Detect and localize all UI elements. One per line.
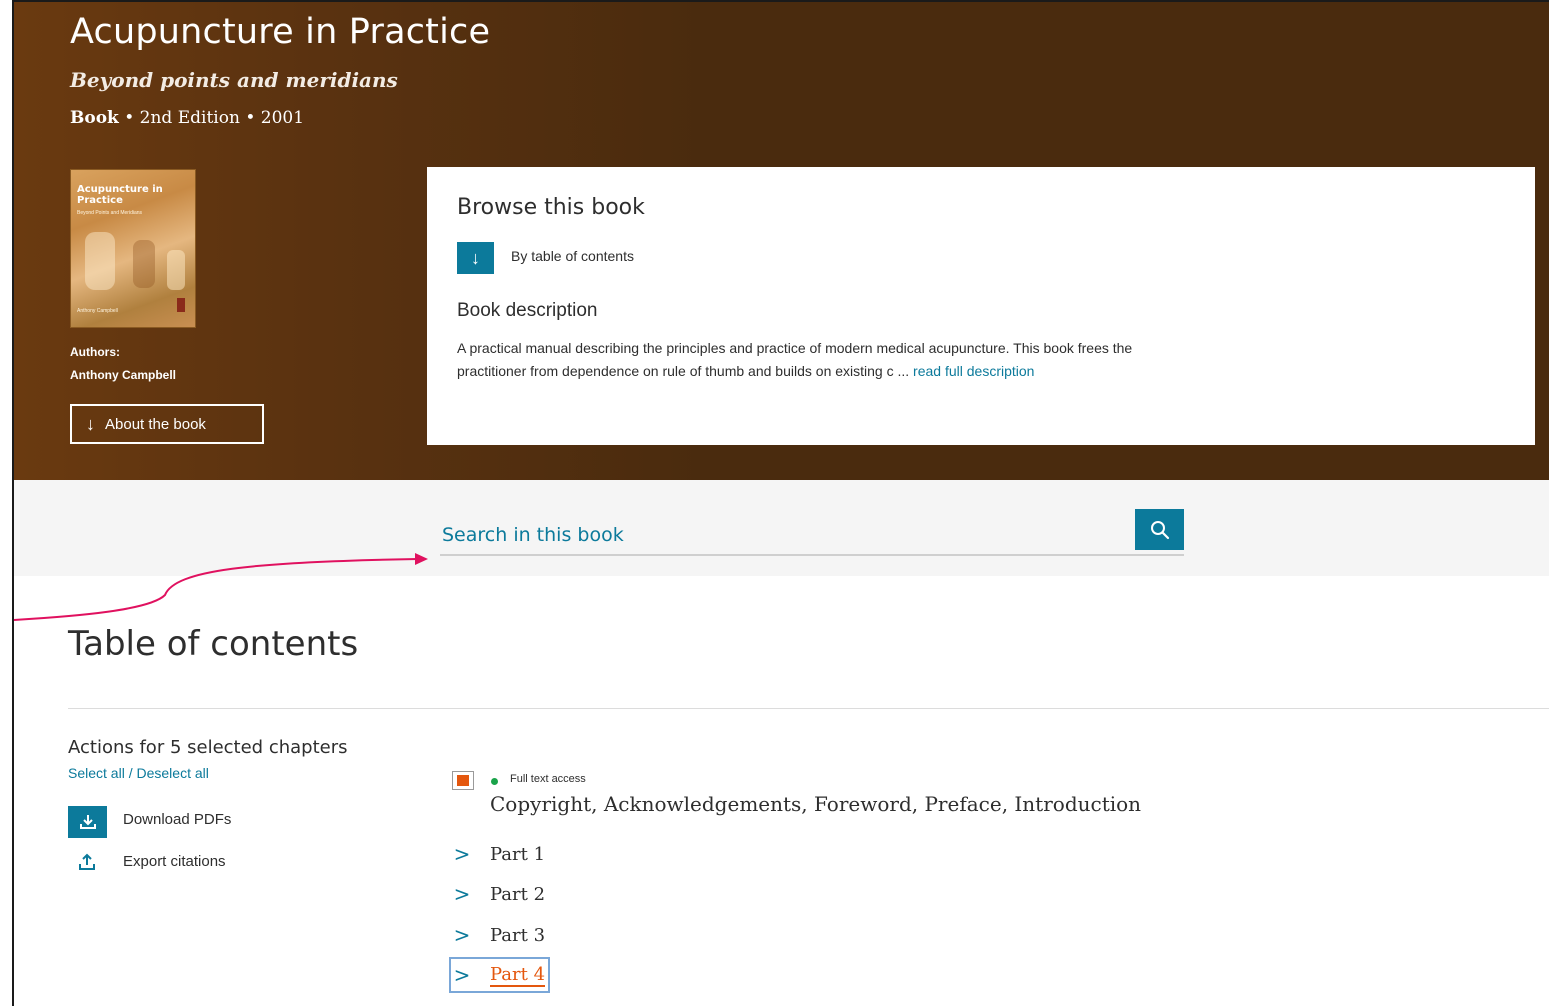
book-cover-image: Acupuncture in Practice Beyond Points an… [70, 169, 196, 328]
cover-subtitle: Beyond Points and Meridians [77, 210, 143, 216]
export-icon[interactable] [76, 851, 100, 875]
download-pdfs-button[interactable] [68, 806, 107, 838]
cover-decoration [167, 250, 185, 290]
toc-heading: Table of contents [68, 624, 359, 664]
export-citations-label[interactable]: Export citations [123, 853, 226, 870]
meta-separator: • [124, 108, 140, 128]
deselect-all-link[interactable]: Deselect all [136, 765, 208, 781]
chevron-right-icon: > [453, 963, 471, 987]
part-label: Part 2 [490, 883, 546, 905]
actions-heading: Actions for 5 selected chapters [68, 737, 348, 758]
part-label: Part 3 [490, 924, 546, 946]
browse-card: Browse this book ↓ By table of contents … [427, 167, 1535, 445]
book-meta: Book • 2nd Edition • 2001 [70, 108, 304, 128]
divider [68, 708, 1549, 709]
about-the-book-button[interactable]: ↓ About the book [70, 404, 264, 444]
annotation-arrowhead [415, 553, 428, 565]
select-all-link[interactable]: Select all [68, 765, 125, 781]
book-subtitle: Beyond points and meridians [70, 68, 398, 92]
search-icon [1150, 520, 1169, 539]
annotation-arrow-line [13, 558, 419, 621]
chapter-checkbox[interactable] [452, 771, 474, 790]
browse-heading: Browse this book [457, 195, 645, 220]
authors-label: Authors: [70, 345, 120, 359]
export-citations-icon [79, 853, 95, 870]
about-button-label: About the book [105, 415, 206, 433]
meta-separator: • [245, 108, 261, 128]
search-input[interactable] [440, 518, 1124, 552]
book-type: Book [70, 108, 119, 128]
book-edition: 2nd Edition [139, 108, 240, 128]
search-field [440, 512, 1184, 556]
toc-part-3[interactable]: > Part 3 [452, 920, 545, 950]
cover-author: Anthony Campbell [77, 308, 118, 314]
search-button[interactable] [1135, 509, 1184, 550]
select-separator: / [124, 765, 137, 781]
chevron-right-icon: > [453, 882, 471, 906]
toc-part-2[interactable]: > Part 2 [452, 879, 545, 909]
author-link[interactable]: Anthony Campbell [70, 368, 176, 382]
download-icon [79, 815, 96, 829]
download-pdfs-label[interactable]: Download PDFs [123, 811, 231, 828]
chevron-right-icon: > [453, 842, 471, 866]
arrow-down-icon: ↓ [471, 247, 480, 268]
access-label: Full text access [510, 773, 586, 785]
part-label: Part 1 [490, 843, 546, 865]
read-full-description-link[interactable]: read full description [913, 363, 1034, 379]
cover-decoration [133, 240, 155, 288]
arrow-down-icon: ↓ [86, 414, 95, 434]
access-status-dot [491, 778, 498, 785]
toc-part-4[interactable]: > Part 4 [448, 957, 551, 993]
toc-jump-link[interactable]: By table of contents [511, 248, 634, 264]
chevron-right-icon: > [453, 923, 471, 947]
toc-part-1[interactable]: > Part 1 [452, 839, 545, 869]
select-links: Select all / Deselect all [68, 765, 209, 781]
page: Acupuncture in Practice Beyond points an… [0, 0, 1549, 1006]
description-heading: Book description [457, 300, 598, 321]
toc-jump-button[interactable]: ↓ [457, 242, 494, 274]
book-description: A practical manual describing the princi… [457, 337, 1147, 383]
part-label: Part 4 [490, 963, 546, 987]
cover-title: Acupuncture in Practice [77, 184, 163, 206]
book-title: Acupuncture in Practice [70, 12, 491, 52]
chapter-title-link[interactable]: Copyright, Acknowledgements, Foreword, P… [490, 792, 1141, 816]
book-year: 2001 [260, 108, 305, 128]
cover-publisher-mark [177, 298, 185, 312]
frame-border-left [0, 0, 14, 1006]
cover-decoration [85, 232, 115, 290]
